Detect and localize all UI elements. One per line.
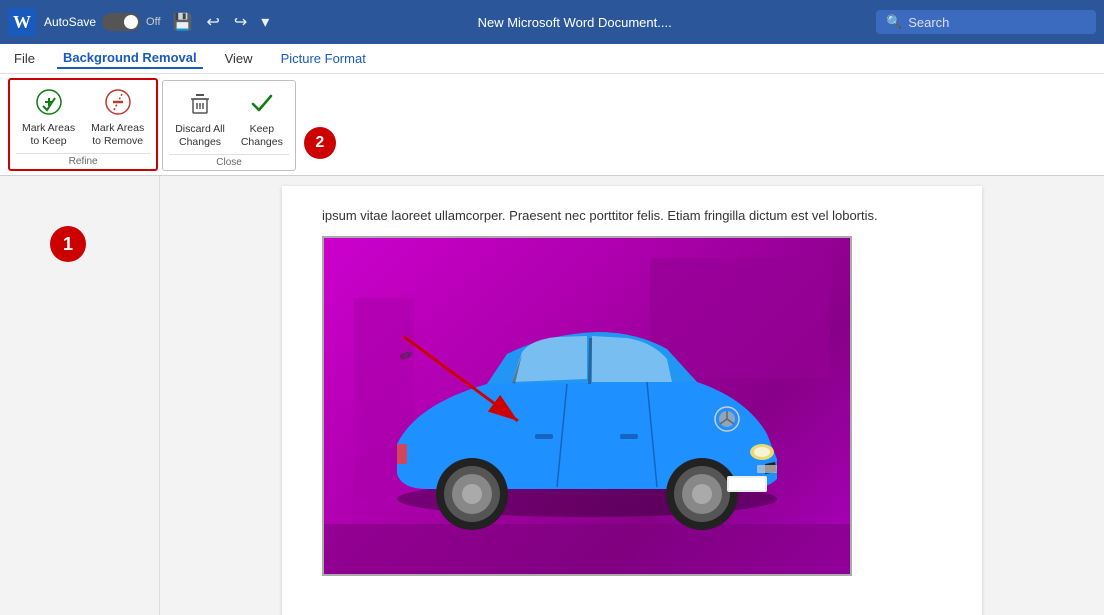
mark-keep-icon — [35, 88, 63, 120]
search-icon: 🔍 — [886, 14, 902, 30]
search-box[interactable]: 🔍 Search — [876, 10, 1096, 34]
quick-access-toolbar: 💾 ↩ ↪ ▾ — [169, 10, 274, 34]
discard-all-changes-button[interactable]: Discard AllChanges — [169, 85, 231, 152]
discard-icon — [186, 89, 214, 121]
keep-changes-label: KeepChanges — [241, 123, 283, 148]
mark-areas-keep-button[interactable]: Mark Areasto Keep — [16, 84, 81, 151]
sidebar: 1 — [0, 176, 160, 615]
keep-changes-icon — [248, 89, 276, 121]
mark-areas-remove-button[interactable]: Mark Areasto Remove — [85, 84, 150, 151]
car-image — [367, 304, 807, 544]
document-page: ipsum vitae laoreet ullamcorper. Praesen… — [282, 186, 982, 615]
ribbon: Mark Areasto Keep Mark Areasto Remove Re… — [0, 74, 1104, 176]
discard-label: Discard AllChanges — [175, 123, 225, 148]
refine-buttons: Mark Areasto Keep Mark Areasto Remove — [16, 84, 150, 151]
document-area[interactable]: ipsum vitae laoreet ullamcorper. Praesen… — [160, 176, 1104, 615]
ribbon-group-close: Discard AllChanges KeepChanges Close — [162, 80, 296, 171]
undo-icon[interactable]: ↩ — [202, 10, 223, 34]
annotation-badge-1: 1 — [50, 226, 86, 262]
document-text: ipsum vitae laoreet ullamcorper. Praesen… — [322, 206, 942, 226]
autosave-area: AutoSave Off — [44, 13, 161, 31]
autosave-label: AutoSave — [44, 15, 96, 29]
toggle-knob — [124, 15, 138, 29]
refine-group-label: Refine — [16, 153, 150, 167]
menu-bar: File Background Removal View Picture For… — [0, 44, 1104, 74]
search-input[interactable]: Search — [908, 15, 949, 30]
customize-icon[interactable]: ▾ — [257, 10, 273, 34]
close-group-label: Close — [169, 154, 289, 168]
background-removal-image[interactable]: ✏ — [322, 236, 852, 576]
word-logo-icon: W — [8, 8, 36, 36]
menu-file[interactable]: File — [8, 49, 41, 68]
save-icon[interactable]: 💾 — [169, 10, 197, 34]
toggle-state-label: Off — [146, 16, 160, 28]
mark-remove-icon — [104, 88, 132, 120]
car-scene: ✏ — [324, 238, 850, 574]
title-bar: W AutoSave Off 💾 ↩ ↪ ▾ New Microsoft Wor… — [0, 0, 1104, 44]
mark-keep-label: Mark Areasto Keep — [22, 122, 75, 147]
keep-changes-button[interactable]: KeepChanges — [235, 85, 289, 152]
ribbon-group-refine: Mark Areasto Keep Mark Areasto Remove Re… — [8, 78, 158, 171]
close-buttons: Discard AllChanges KeepChanges — [169, 85, 289, 152]
document-title: New Microsoft Word Document.... — [281, 15, 868, 30]
menu-view[interactable]: View — [219, 49, 259, 68]
menu-background-removal[interactable]: Background Removal — [57, 48, 203, 69]
content-area: 1 ipsum vitae laoreet ullamcorper. Praes… — [0, 176, 1104, 615]
mark-remove-label: Mark Areasto Remove — [91, 122, 144, 147]
redo-icon[interactable]: ↪ — [230, 10, 251, 34]
menu-picture-format[interactable]: Picture Format — [275, 49, 372, 68]
autosave-toggle[interactable] — [102, 13, 140, 31]
annotation-badge-2: 2 — [304, 127, 336, 159]
